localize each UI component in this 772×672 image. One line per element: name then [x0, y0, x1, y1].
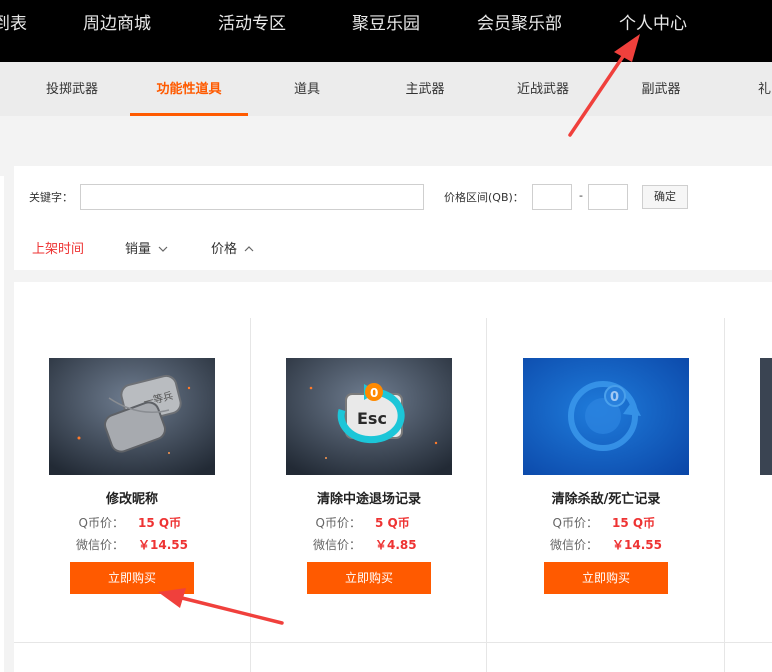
- price-max-input[interactable]: [588, 184, 628, 210]
- tab-items[interactable]: 道具: [250, 80, 364, 100]
- category-tab-bar: 投掷武器 功能性道具 道具 主武器 近战武器 副武器 礼: [0, 62, 772, 116]
- tab-secondary-weapons[interactable]: 副武器: [602, 80, 720, 100]
- tab-throwing-weapons[interactable]: 投掷武器: [16, 80, 128, 100]
- row-divider: [14, 642, 772, 643]
- tab-gifts[interactable]: 礼: [758, 80, 772, 100]
- product-name[interactable]: 修改昵称: [14, 488, 250, 507]
- price-range-label: 价格区间(QB)：: [444, 191, 524, 204]
- filter-panel: 关键字： 价格区间(QB)： - 确定 上架时间 销量 价格: [14, 166, 772, 270]
- product-thumbnail[interactable]: 0: [523, 358, 689, 475]
- nav-item-member-club[interactable]: 会员聚乐部: [477, 12, 562, 36]
- keyword-input[interactable]: [80, 184, 424, 210]
- tab-functional-items[interactable]: 功能性道具: [130, 80, 248, 100]
- top-navigation-bar: 到表 周边商城 活动专区 聚豆乐园 会员聚乐部 个人中心: [0, 0, 772, 62]
- price-confirm-button[interactable]: 确定: [642, 185, 688, 209]
- nav-item-events[interactable]: 活动专区: [218, 12, 286, 36]
- q-price-value: 5 Q币: [375, 516, 410, 530]
- nav-item-personal-center[interactable]: 个人中心: [619, 12, 687, 36]
- svg-text:Esc: Esc: [357, 409, 387, 428]
- q-price-label: Q币价：: [552, 516, 598, 530]
- product-thumbnail[interactable]: 一等兵: [49, 358, 215, 475]
- nav-item-merch-store[interactable]: 周边商城: [83, 12, 151, 36]
- wechat-price-label: 微信价：: [312, 538, 361, 552]
- q-price-label: Q币价：: [315, 516, 361, 530]
- sort-by-sales-label: 销量: [125, 242, 152, 257]
- nav-item-leaderboard[interactable]: 到表: [0, 12, 27, 36]
- wechat-price-value: ￥4.85: [375, 538, 417, 552]
- tab-melee-weapons[interactable]: 近战武器: [484, 80, 602, 100]
- buy-now-button[interactable]: 立即购买: [70, 562, 194, 594]
- price-range-separator: -: [579, 189, 583, 202]
- keyword-label: 关键字：: [29, 191, 73, 204]
- q-price-value: 15 Q币: [138, 516, 182, 530]
- sort-by-sales[interactable]: 销量: [125, 238, 168, 257]
- q-price-label: Q币价：: [78, 516, 124, 530]
- chevron-up-icon: [244, 246, 254, 252]
- wechat-price-value: ￥14.55: [612, 538, 662, 552]
- nav-item-judou-park[interactable]: 聚豆乐园: [352, 12, 420, 36]
- product-grid: 一等兵 修改昵称 Q币价： 15 Q币 微信价： ￥14.55 立即购买 Esc: [14, 282, 772, 672]
- product-thumbnail[interactable]: Esc 0: [286, 358, 452, 475]
- left-edge-strip: [0, 176, 4, 672]
- column-divider: [724, 318, 725, 672]
- product-name[interactable]: 清除杀敌/死亡记录: [488, 488, 724, 507]
- sort-by-listing-time[interactable]: 上架时间: [32, 238, 84, 257]
- wechat-price-value: ￥14.55: [138, 538, 188, 552]
- price-min-input[interactable]: [532, 184, 572, 210]
- wechat-price-label: 微信价：: [549, 538, 598, 552]
- sort-by-price-label: 价格: [211, 242, 238, 257]
- buy-now-button[interactable]: 立即购买: [544, 562, 668, 594]
- q-price-value: 15 Q币: [612, 516, 656, 530]
- sort-by-price[interactable]: 价格: [211, 238, 254, 257]
- wechat-price-label: 微信价：: [75, 538, 124, 552]
- product-thumbnail-partial[interactable]: [760, 358, 772, 475]
- svg-text:0: 0: [370, 386, 378, 400]
- tab-primary-weapons[interactable]: 主武器: [366, 80, 484, 100]
- buy-now-button[interactable]: 立即购买: [307, 562, 431, 594]
- svg-text:0: 0: [610, 390, 619, 405]
- chevron-down-icon: [158, 246, 168, 252]
- product-name[interactable]: 清除中途退场记录: [251, 488, 487, 507]
